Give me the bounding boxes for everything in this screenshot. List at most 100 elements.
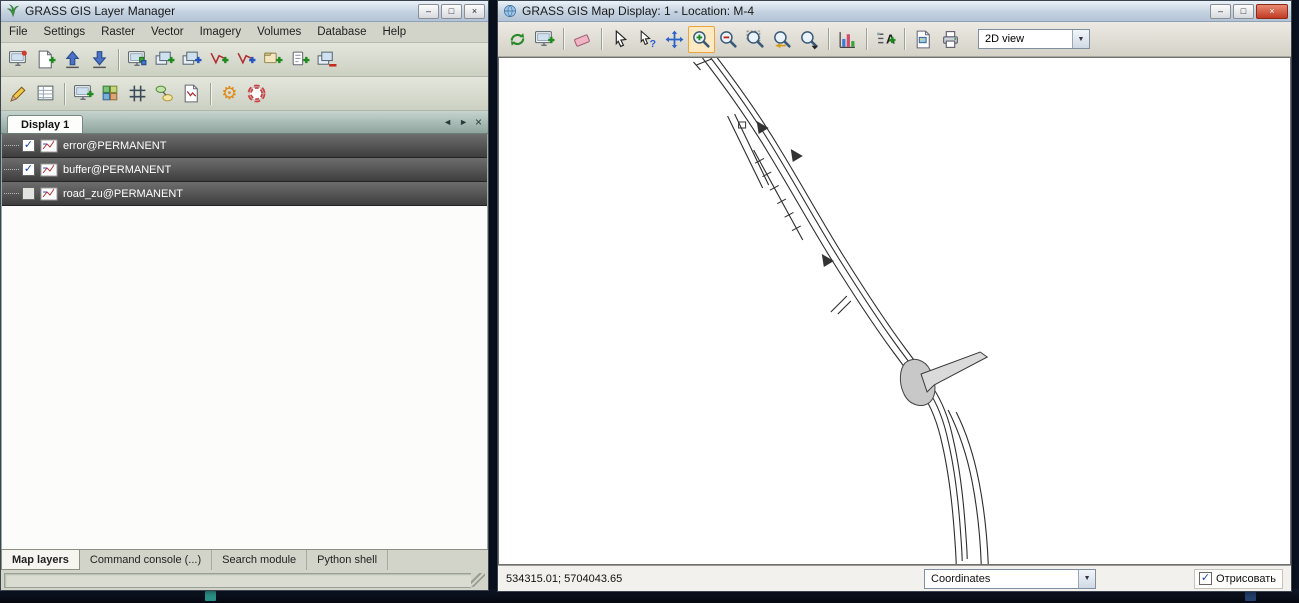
save-workspace-button[interactable] [86,46,113,73]
zoom-out-button[interactable] [715,26,742,53]
close-button[interactable]: × [464,4,485,19]
layer-label: buffer@PERMANENT [63,164,171,176]
maximize-button[interactable]: □ [1233,4,1254,19]
menu-vector[interactable]: Vector [143,23,192,41]
tab-prev-icon[interactable]: ◄ [443,117,452,127]
tab-next-icon[interactable]: ► [459,117,468,127]
delete-layer-button[interactable] [313,46,340,73]
pointer-icon [610,29,631,50]
settings-button[interactable]: ⚙ [216,80,243,107]
map-display-app-icon [503,4,517,18]
display-tabstrip: Display 1 ◄ ► × [1,111,488,134]
help-button[interactable] [243,80,270,107]
close-button[interactable]: × [1256,4,1288,19]
pointer-button[interactable] [607,26,634,53]
layer-manager-titlebar[interactable]: GRASS GIS Layer Manager – □ × [1,1,488,22]
query-button[interactable]: ? [634,26,661,53]
overlay-text-icon: A [875,29,896,50]
add-vector-layer-button[interactable] [205,46,232,73]
zoom-extent-button[interactable] [742,26,769,53]
open-workspace-button[interactable] [59,46,86,73]
add-overlay-button[interactable] [286,46,313,73]
print-button[interactable] [937,26,964,53]
layer-row[interactable]: ✓ buffer@PERMANENT [2,158,487,182]
erase-button[interactable] [569,26,596,53]
attribute-table-button[interactable] [32,80,59,107]
add-various-vector-button[interactable] [232,46,259,73]
toolbar-separator [904,28,905,50]
layer-label: road_zu@PERMANENT [63,188,183,200]
zoom-in-button[interactable] [688,26,715,53]
graphical-modeler-button[interactable] [151,80,178,107]
menu-volumes[interactable]: Volumes [249,23,309,41]
chevron-down-icon: ▼ [1072,30,1089,48]
add-various-raster-icon [181,49,202,70]
statusbar-mode-value: Coordinates [925,573,1078,585]
statusbar-mode-select[interactable]: Coordinates ▼ [924,569,1096,589]
maximize-button[interactable]: □ [441,4,462,19]
add-group-button[interactable] [259,46,286,73]
raster-calculator-button[interactable] [97,80,124,107]
menubar: File Settings Raster Vector Imagery Volu… [1,22,488,43]
create-workspace-button[interactable] [32,46,59,73]
render-toggle[interactable]: ✓ Отрисовать [1194,569,1283,589]
minimize-button[interactable]: – [418,4,439,19]
zoom-back-button[interactable] [769,26,796,53]
attribute-table-icon [35,83,56,104]
window-title: GRASS GIS Map Display: 1 - Location: M-4 [522,4,754,18]
menu-database[interactable]: Database [309,23,374,41]
cartographic-composer-button[interactable] [178,80,205,107]
tab-search-module[interactable]: Search module [212,550,307,570]
workspace-toolbar [1,43,488,77]
map-toolbar: ? A 2D view ▼ [498,22,1291,57]
map-canvas[interactable] [498,57,1291,565]
eraser-icon [572,29,593,50]
view-mode-select[interactable]: 2D view ▼ [978,29,1090,49]
re-render-button[interactable] [504,26,531,53]
tab-map-layers[interactable]: Map layers [1,550,80,570]
add-various-raster-button[interactable] [178,46,205,73]
tab-close-icon[interactable]: × [475,115,482,129]
zoom-out-icon [718,29,739,50]
resize-grip[interactable] [471,573,485,587]
save-workspace-icon [89,49,110,70]
menu-raster[interactable]: Raster [93,23,143,41]
toolbar-separator [563,28,564,50]
layer-checkbox[interactable]: ✓ [22,139,35,152]
layer-checkbox[interactable]: ✓ [22,187,35,200]
menu-file[interactable]: File [1,23,36,41]
save-to-file-button[interactable] [910,26,937,53]
tab-python-shell[interactable]: Python shell [307,550,388,570]
layer-checkbox[interactable]: ✓ [22,163,35,176]
georectify-button[interactable] [124,80,151,107]
menu-settings[interactable]: Settings [36,23,94,41]
new-display-button[interactable] [5,46,32,73]
map-display-titlebar[interactable]: GRASS GIS Map Display: 1 - Location: M-4… [498,1,1291,22]
chevron-down-icon: ▼ [1078,570,1095,588]
layer-row[interactable]: ✓ error@PERMANENT [2,134,487,158]
edit-vector-button[interactable] [5,80,32,107]
display-tab[interactable]: Display 1 [7,115,83,133]
add-overlay-text-button[interactable]: A [872,26,899,53]
minimize-button[interactable]: – [1210,4,1231,19]
tab-command-console[interactable]: Command console (...) [80,550,212,570]
tree-line [4,193,19,194]
menu-imagery[interactable]: Imagery [192,23,250,41]
open-workspace-icon [62,49,83,70]
pan-button[interactable] [661,26,688,53]
add-multiple-layers-button[interactable] [124,46,151,73]
new-map-display-button[interactable] [70,80,97,107]
edit-pencil-icon [8,83,29,104]
zoom-options-button[interactable] [796,26,823,53]
layer-row[interactable]: ✓ road_zu@PERMANENT [2,182,487,206]
grass-logo-icon [6,4,20,18]
taskbar-item[interactable] [1245,591,1256,601]
save-image-icon [913,29,934,50]
save-display-button[interactable] [531,26,558,53]
add-raster-layer-button[interactable] [151,46,178,73]
render-checkbox[interactable]: ✓ [1199,572,1212,585]
analyze-button[interactable] [834,26,861,53]
menu-help[interactable]: Help [374,23,414,41]
status-field [4,573,471,588]
taskbar-item[interactable] [205,591,216,601]
